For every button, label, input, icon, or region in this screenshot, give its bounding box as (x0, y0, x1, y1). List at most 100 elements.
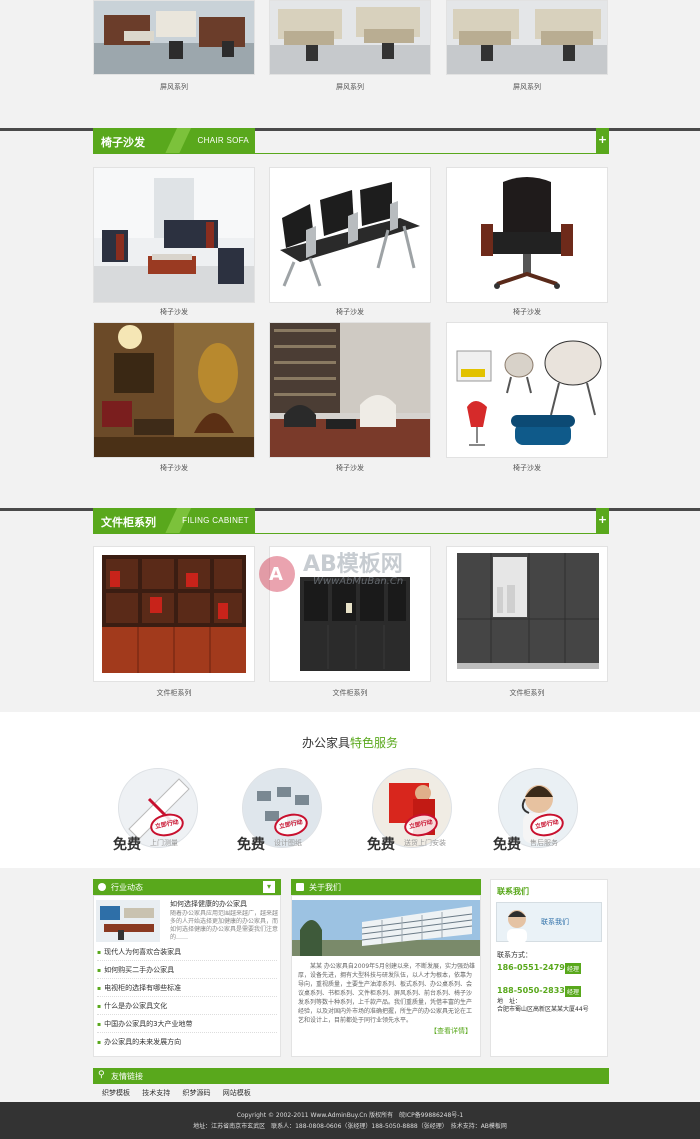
news-list-item[interactable]: 如何购买二手办公家具 (97, 962, 277, 979)
news-list-item[interactable]: 什么是办公家具文化 (97, 998, 277, 1015)
product-caption[interactable]: 文件柜系列 (446, 688, 608, 698)
product-card-chair-4[interactable] (93, 322, 255, 458)
contact-phone-1[interactable]: 186-0551-2479 (497, 963, 565, 972)
product-image (447, 168, 607, 302)
service-item[interactable]: 立即行动 免费 设计图纸 (222, 768, 340, 858)
product-caption[interactable]: 屏风系列 (93, 82, 255, 92)
product-image (447, 1, 607, 74)
section-rule (93, 153, 609, 154)
product-card-cabinet-2[interactable] (269, 546, 431, 682)
contact-label: 联系方式： (497, 951, 532, 959)
product-card-chair-5[interactable] (269, 322, 431, 458)
footer: Copyright © 2002-2011 Www.AdminBuy.Cn 版权… (0, 1102, 700, 1139)
product-card-chair-2[interactable] (269, 167, 431, 303)
product-card-screen-3[interactable] (446, 0, 608, 75)
product-image (94, 168, 254, 302)
footer-copyright: Copyright © 2002-2011 Www.AdminBuy.Cn 版权… (236, 1112, 464, 1119)
news-more-button[interactable]: ▾ (263, 881, 275, 893)
news-list-item[interactable]: 中国办公家具的3大产业地带 (97, 1016, 277, 1033)
service-free-label: 免费 (237, 837, 265, 853)
product-caption[interactable]: 椅子沙发 (93, 463, 255, 473)
contact-address: 合肥市蜀山区高新区某某大厦44号 (497, 1006, 589, 1013)
news-list-item[interactable]: 办公家具的未来发展方向 (97, 1034, 277, 1051)
section-title: 文件柜系列 (101, 516, 156, 529)
more-button-chairs[interactable]: + (596, 128, 609, 154)
product-caption[interactable]: 文件柜系列 (93, 688, 255, 698)
friend-link[interactable]: 织梦源码 (182, 1089, 210, 1097)
product-caption[interactable]: 椅子沙发 (446, 463, 608, 473)
product-card-screen-2[interactable] (269, 0, 431, 75)
product-card-chair-3[interactable] (446, 167, 608, 303)
news-list-item[interactable]: 现代人为何喜欢合装家具 (97, 944, 277, 961)
about-header: 关于我们 (291, 879, 481, 895)
service-item[interactable]: 立即行动 免费 送货上门安装 (352, 768, 470, 858)
news-list-item[interactable]: 电视柜的选择有哪些标准 (97, 980, 277, 997)
friend-links-title: 友情链接 (111, 1072, 143, 1081)
link-icon: ⚲ (98, 1070, 105, 1080)
product-caption[interactable]: 文件柜系列 (269, 688, 431, 698)
news-header: 行业动态 ▾ (93, 879, 281, 895)
product-image (270, 323, 430, 457)
service-desc: 售后服务 (530, 839, 558, 847)
service-free-label: 免费 (367, 837, 395, 853)
news-featured-text: 随着办公家具应用范围越来越广，越来越多的人开始选择更加健康的办公家具，而如何选择… (170, 910, 278, 941)
product-image (270, 547, 430, 681)
friend-links: 织梦模板 技术支持 织梦源码 网站模板 (102, 1088, 261, 1098)
product-caption[interactable]: 屏风系列 (269, 82, 431, 92)
service-desc: 设计图纸 (274, 839, 302, 847)
product-image (94, 323, 254, 457)
friend-links-header: ⚲ 友情链接 (93, 1068, 609, 1084)
section-rule (93, 533, 609, 534)
friend-link[interactable]: 技术支持 (142, 1089, 170, 1097)
section-header-chairs: 椅子沙发 CHAIR SOFA (93, 128, 255, 154)
section-subtitle: CHAIR SOFA (197, 136, 249, 145)
contact-phone-2-tag: 经理 (565, 986, 582, 997)
service-free-label: 免费 (493, 837, 521, 853)
contact-address-label: 地 址： (497, 998, 522, 1005)
contact-phone-2[interactable]: 188-5050-2833 (497, 986, 565, 995)
product-caption[interactable]: 椅子沙发 (269, 307, 431, 317)
product-card-chair-1[interactable] (93, 167, 255, 303)
product-caption[interactable]: 椅子沙发 (269, 463, 431, 473)
service-title: 办公家具特色服务 (0, 734, 700, 751)
about-text: 某某 办公家具自2009年5月创建以来，不断发展，实力强劲雄厚，设备先进，拥有大… (298, 963, 475, 1024)
service-desc: 上门测量 (150, 839, 178, 847)
product-caption[interactable]: 椅子沙发 (446, 307, 608, 317)
product-image (447, 547, 607, 681)
product-card-cabinet-3[interactable] (446, 546, 608, 682)
product-image (270, 168, 430, 302)
news-featured-title[interactable]: 如何选择健康的办公家具 (170, 899, 247, 909)
news-featured-image[interactable] (96, 900, 160, 942)
globe-icon (98, 883, 106, 891)
product-image (447, 323, 607, 457)
section-subtitle: FILING CABINET (182, 516, 249, 525)
page: 屏风系列 屏风系列 屏风系列 椅子沙发 CHAIR SOFA + 椅子沙发 椅子… (0, 0, 700, 1139)
service-desc: 送货上门安装 (404, 839, 446, 847)
about-image (292, 900, 480, 956)
product-caption[interactable]: 椅子沙发 (93, 307, 255, 317)
friend-link[interactable]: 网站模板 (223, 1089, 251, 1097)
product-image (270, 1, 430, 74)
grid-icon (296, 883, 304, 891)
about-title: 关于我们 (309, 883, 341, 892)
friend-link[interactable]: 织梦模板 (102, 1089, 130, 1097)
footer-contact: 地址：江苏省南京市玄武区 联系人：188-0808-0606（张经理）188-5… (193, 1123, 507, 1130)
product-card-screen-1[interactable] (93, 0, 255, 75)
more-button-cabinets[interactable]: + (596, 508, 609, 534)
product-image (94, 1, 254, 74)
product-card-cabinet-1[interactable] (93, 546, 255, 682)
section-header-cabinets: 文件柜系列 FILING CABINET (93, 508, 255, 534)
about-more-link[interactable]: 【查看详情】 (428, 1026, 472, 1036)
service-title-highlight: 特色服务 (350, 736, 399, 750)
contact-title: 联系我们 (497, 887, 529, 896)
service-free-label: 免费 (113, 837, 141, 853)
product-caption[interactable]: 屏风系列 (446, 82, 608, 92)
service-item[interactable]: 立即行动 免费 上门测量 (98, 768, 216, 858)
contact-phone-1-tag: 经理 (565, 963, 582, 974)
header-decoration (164, 128, 192, 154)
service-item[interactable]: 立即行动 免费 售后服务 (478, 768, 596, 858)
contact-banner-text: 联系我们 (541, 918, 569, 926)
service-title-plain: 办公家具 (301, 736, 350, 750)
news-title: 行业动态 (111, 883, 143, 892)
product-card-chair-6[interactable] (446, 322, 608, 458)
